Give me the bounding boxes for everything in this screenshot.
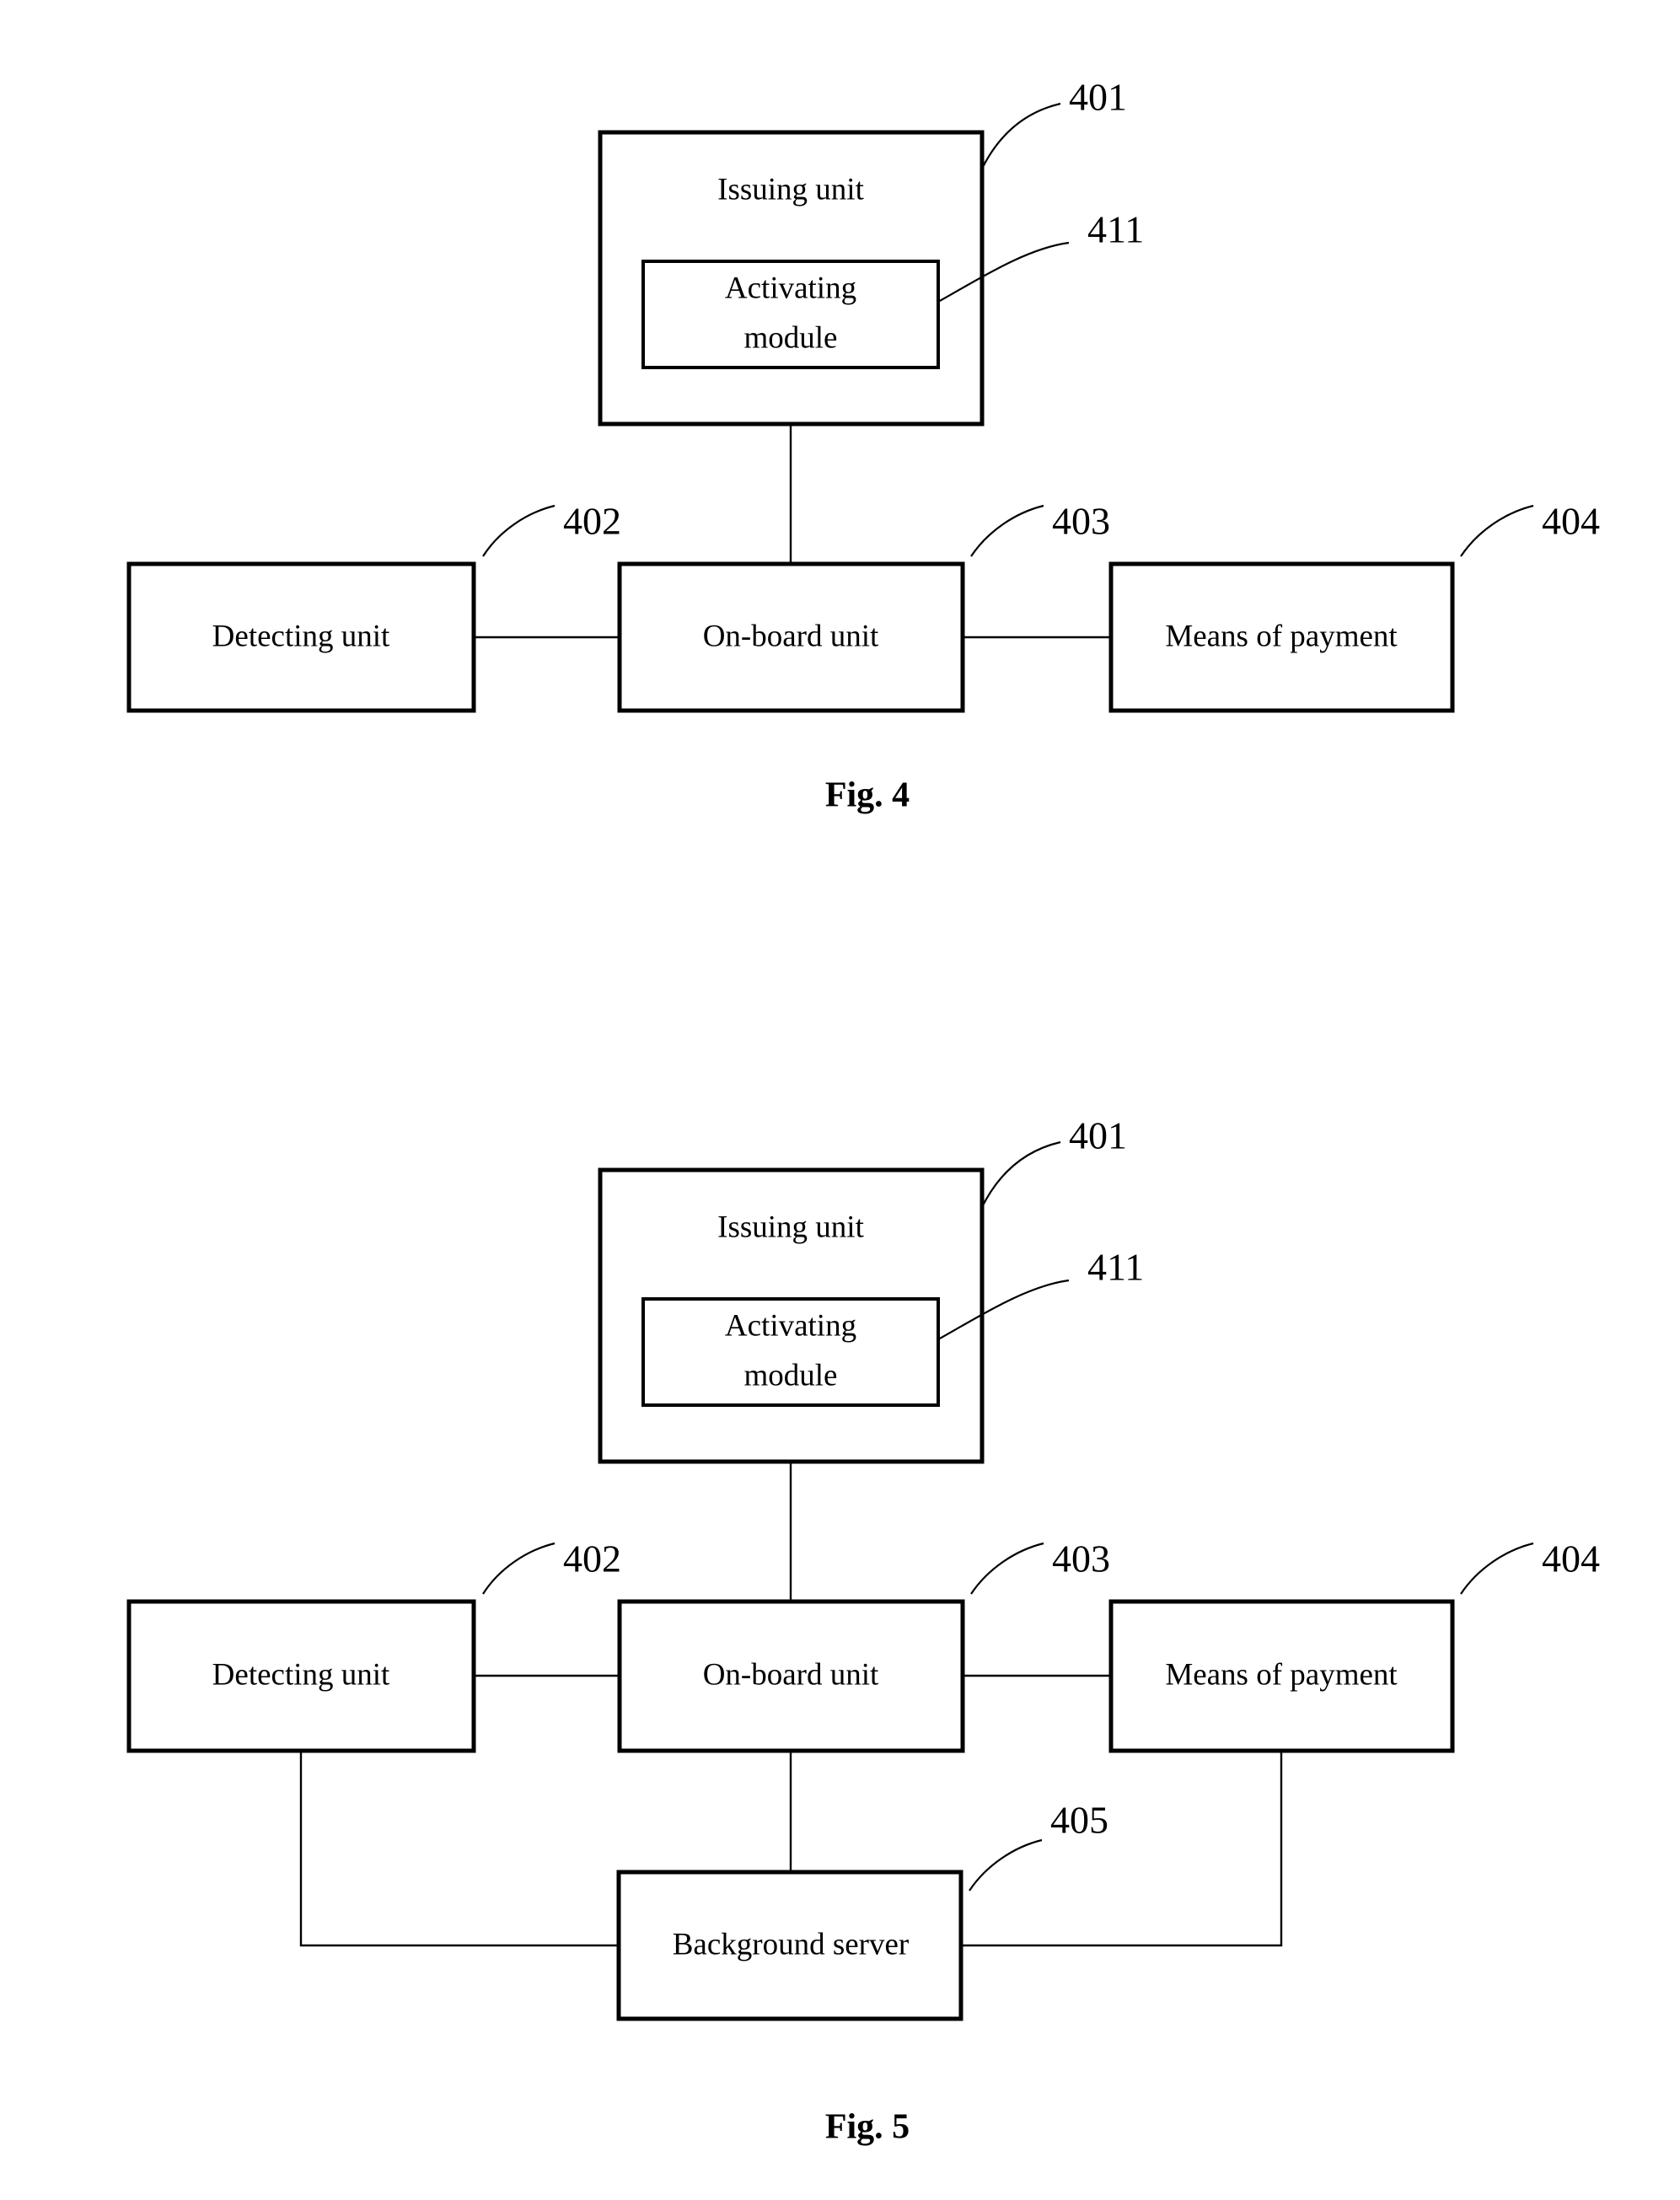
leader-line-403-fig5	[970, 1542, 1044, 1595]
figure-4: Issuing unit Activating module Detecting…	[126, 76, 1600, 815]
figure-5: Issuing unit Activating module Detecting…	[126, 1114, 1600, 2147]
ref-label-411-fig5: 411	[1087, 1246, 1144, 1289]
ref-label-404-fig4: 404	[1542, 500, 1600, 543]
leader-line-403-fig4	[970, 504, 1044, 557]
connector-payment-to-server-fig5	[961, 1751, 1283, 1947]
block-label-activating-module-line1-fig4: Activating	[725, 271, 856, 305]
block-label-detecting-unit-fig5: Detecting unit	[212, 1657, 390, 1692]
ref-label-404-fig5: 404	[1542, 1537, 1600, 1580]
leader-line-402-fig4	[482, 504, 556, 557]
block-label-onboard-unit-fig4: On-board unit	[703, 619, 879, 653]
block-label-means-of-payment-fig4: Means of payment	[1165, 619, 1398, 653]
block-label-activating-module-line1-fig5: Activating	[725, 1308, 856, 1343]
block-label-background-server-fig5: Background server	[673, 1927, 909, 1961]
block-label-detecting-unit-fig4: Detecting unit	[212, 619, 390, 653]
block-label-activating-module-line2-fig5: module	[744, 1358, 838, 1392]
leader-line-405-fig5	[969, 1838, 1043, 1891]
ref-label-405-fig5: 405	[1050, 1799, 1108, 1842]
block-label-issuing-unit-fig5: Issuing unit	[717, 1210, 864, 1244]
leader-line-401-fig4	[981, 102, 1061, 169]
connector-detecting-to-server-fig5	[299, 1751, 619, 1947]
block-label-onboard-unit-fig5: On-board unit	[703, 1657, 879, 1692]
figure-caption-fig5: Fig. 5	[825, 2108, 910, 2147]
block-label-issuing-unit-fig4: Issuing unit	[717, 172, 864, 207]
ref-label-402-fig5: 402	[563, 1537, 621, 1580]
leader-line-404-fig5	[1460, 1542, 1534, 1595]
leader-line-401-fig5	[981, 1140, 1061, 1208]
patent-figure-sheet: Issuing unit Activating module Detecting…	[0, 0, 1680, 2200]
block-label-activating-module-line2-fig4: module	[744, 320, 838, 355]
ref-label-411-fig4: 411	[1087, 208, 1144, 251]
ref-label-401-fig5: 401	[1069, 1114, 1127, 1157]
ref-label-402-fig4: 402	[563, 500, 621, 543]
ref-label-403-fig5: 403	[1052, 1537, 1110, 1580]
ref-label-403-fig4: 403	[1052, 500, 1110, 543]
figures-canvas: Issuing unit Activating module Detecting…	[126, 76, 1600, 2147]
leader-line-404-fig4	[1460, 504, 1534, 557]
figure-caption-fig4: Fig. 4	[825, 776, 910, 815]
ref-label-401-fig4: 401	[1069, 76, 1127, 119]
block-label-means-of-payment-fig5: Means of payment	[1165, 1657, 1398, 1692]
leader-line-402-fig5	[482, 1542, 556, 1595]
